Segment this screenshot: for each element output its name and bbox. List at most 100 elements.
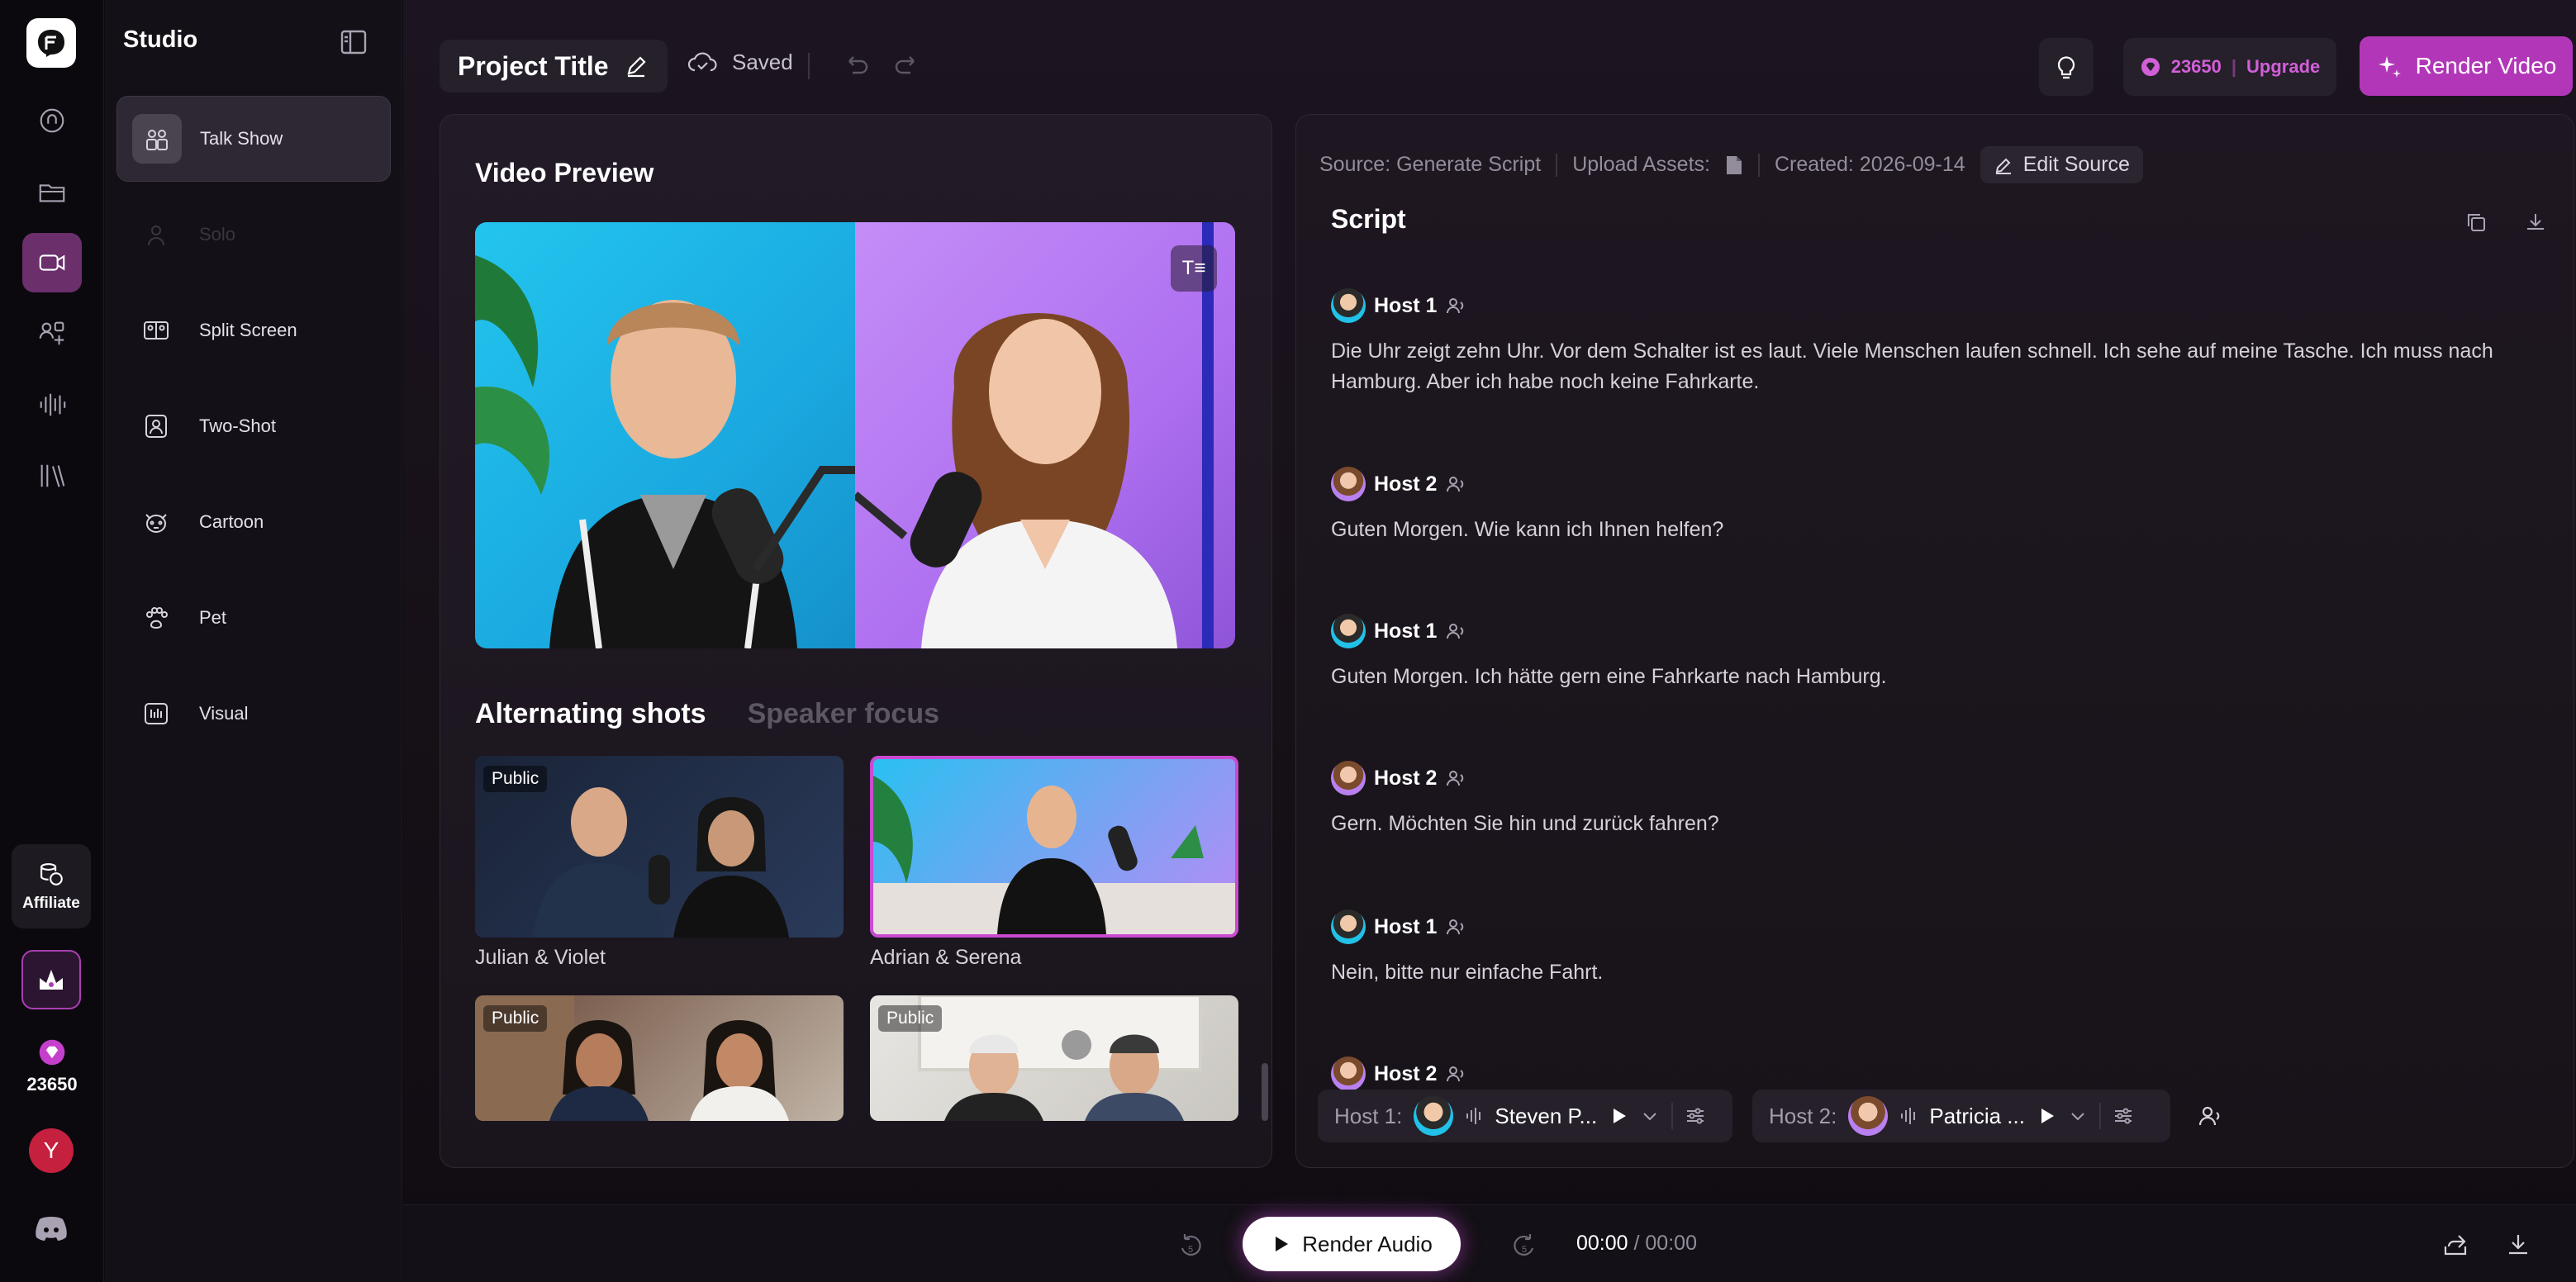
cartoon-icon — [131, 497, 181, 547]
share-icon[interactable] — [2442, 1232, 2469, 1262]
cloud-check-icon — [687, 51, 717, 71]
studio-item-visual[interactable]: Visual — [116, 671, 391, 757]
shot-tabs: Alternating shots Speaker focus — [475, 698, 939, 730]
rail-credits: 23650 — [0, 1037, 104, 1095]
user-voice-icon[interactable] — [1445, 295, 1466, 316]
project-title-button[interactable]: Project Title — [440, 40, 668, 93]
user-voice-icon[interactable] — [1445, 473, 1466, 495]
templates-scrollbar[interactable] — [1262, 1063, 1268, 1121]
script-line-text[interactable]: Nein, bitte nur einfache Fahrt. — [1331, 957, 2545, 988]
forward-5-icon[interactable]: 5 — [1510, 1232, 1538, 1264]
voice-host-label: Host 2: — [1769, 1103, 1837, 1128]
user-avatar[interactable]: Y — [29, 1128, 74, 1173]
user-voice-icon[interactable] — [1445, 916, 1466, 938]
script-line-text[interactable]: Guten Morgen. Ich hätte gern eine Fahrka… — [1331, 662, 2545, 692]
video-icon[interactable] — [22, 233, 82, 292]
sidebar-collapse-icon[interactable] — [340, 28, 368, 60]
time-total: 00:00 — [1645, 1232, 1697, 1255]
forward-seconds: 5 — [1522, 1245, 1527, 1255]
premium-button[interactable] — [21, 950, 81, 1009]
public-badge: Public — [483, 1005, 548, 1032]
tab-speaker-focus[interactable]: Speaker focus — [748, 698, 939, 730]
credits-separator: | — [2231, 56, 2237, 77]
avatar — [1331, 614, 1366, 648]
user-voice-icon[interactable] — [1445, 620, 1466, 642]
preview-host-1 — [475, 222, 855, 648]
template-thumbnail-selected[interactable] — [870, 756, 1238, 938]
discord-icon[interactable] — [33, 1214, 69, 1246]
download-icon[interactable] — [2505, 1232, 2531, 1262]
time-separator: / — [1628, 1232, 1646, 1255]
play-icon[interactable] — [1609, 1106, 1628, 1126]
video-preview-image[interactable]: T≡ — [475, 222, 1235, 648]
redo-icon[interactable] — [892, 50, 922, 83]
download-icon[interactable] — [2524, 211, 2547, 238]
rewind-5-icon[interactable]: 5 — [1176, 1232, 1205, 1264]
sliders-icon[interactable] — [1685, 1105, 1706, 1127]
render-audio-button[interactable]: Render Audio — [1243, 1217, 1461, 1271]
visual-icon — [131, 689, 181, 738]
studio-item-label: Pet — [199, 607, 227, 628]
user-voice-icon[interactable] — [1445, 1063, 1466, 1085]
script-line-text[interactable]: Gern. Möchten Sie hin und zurück fahren? — [1331, 809, 2545, 839]
studio-item-pet[interactable]: Pet — [116, 575, 391, 661]
edit-source-button[interactable]: Edit Source — [1980, 146, 2143, 183]
divider — [808, 53, 810, 79]
template-label: Adrian & Serena — [870, 946, 1022, 969]
studio-item-label: Visual — [199, 703, 249, 724]
saved-status: Saved — [687, 50, 793, 75]
studio-sidebar: Studio Talk Show Solo Split Screen Two-S… — [105, 0, 402, 1282]
audio-wave-icon[interactable] — [22, 375, 82, 434]
studio-item-label: Talk Show — [200, 128, 283, 149]
public-badge: Public — [878, 1005, 943, 1032]
document-icon[interactable] — [1725, 154, 1743, 176]
voice-settings-icon[interactable] — [2197, 1103, 2223, 1133]
script-speaker: Host 2 — [1331, 761, 1466, 795]
studio-item-split-screen[interactable]: Split Screen — [116, 287, 391, 373]
play-icon[interactable] — [2037, 1106, 2056, 1126]
tips-button[interactable] — [2039, 38, 2094, 96]
user-voice-icon[interactable] — [1445, 767, 1466, 789]
template-thumbnail[interactable]: Public — [475, 756, 844, 938]
template-label: Julian & Violet — [475, 946, 606, 969]
host-2-voice-selector[interactable]: Host 2: Patricia ... — [1752, 1090, 2170, 1142]
host-1-voice-selector[interactable]: Host 1: Steven P... — [1318, 1090, 1732, 1142]
chevron-down-icon[interactable] — [2068, 1106, 2088, 1126]
script-line-text[interactable]: Die Uhr zeigt zehn Uhr. Vor dem Schalter… — [1331, 336, 2545, 397]
rewind-seconds: 5 — [1188, 1245, 1193, 1255]
logo-icon — [38, 30, 64, 57]
credits-upgrade[interactable]: 23650 | Upgrade — [2123, 38, 2336, 96]
text-overlay-icon[interactable]: T≡ — [1171, 245, 1217, 292]
video-preview-title: Video Preview — [475, 158, 654, 188]
studio-item-two-shot[interactable]: Two-Shot — [116, 383, 391, 469]
library-icon[interactable] — [22, 446, 82, 506]
render-video-button[interactable]: Render Video — [2360, 36, 2573, 96]
project-title: Project Title — [458, 50, 609, 81]
video-preview-panel: Video Preview T≡ Alternating shots Speak… — [440, 114, 1272, 1168]
copy-icon[interactable] — [2464, 211, 2488, 238]
affiliate-button[interactable]: Affiliate — [12, 844, 91, 928]
voice-name: Steven P... — [1495, 1103, 1598, 1128]
gem-icon — [2141, 57, 2160, 77]
home-icon[interactable] — [22, 91, 82, 150]
chevron-down-icon[interactable] — [1640, 1106, 1660, 1126]
studio-item-cartoon[interactable]: Cartoon — [116, 479, 391, 565]
upgrade-link[interactable]: Upgrade — [2246, 56, 2320, 78]
app-logo[interactable] — [26, 18, 76, 68]
template-thumbnail[interactable]: Public — [870, 995, 1238, 1121]
script-line-text[interactable]: Guten Morgen. Wie kann ich Ihnen helfen? — [1331, 515, 2545, 545]
audio-wave-icon — [1901, 1108, 1916, 1124]
template-thumbnail[interactable]: Public — [475, 995, 844, 1121]
tab-alternating-shots[interactable]: Alternating shots — [475, 698, 706, 730]
script-speaker: Host 2 — [1331, 1056, 1466, 1091]
two-shot-icon — [131, 401, 181, 451]
sliders-icon[interactable] — [2113, 1105, 2134, 1127]
speaker-name: Host 1 — [1374, 293, 1438, 317]
split-screen-icon — [131, 306, 181, 355]
avatar — [1331, 1056, 1366, 1091]
folder-icon[interactable] — [22, 162, 82, 221]
avatars-icon[interactable] — [22, 304, 82, 363]
play-icon — [1276, 1237, 1289, 1251]
studio-item-talk-show[interactable]: Talk Show — [116, 96, 391, 182]
undo-icon[interactable] — [841, 50, 871, 83]
